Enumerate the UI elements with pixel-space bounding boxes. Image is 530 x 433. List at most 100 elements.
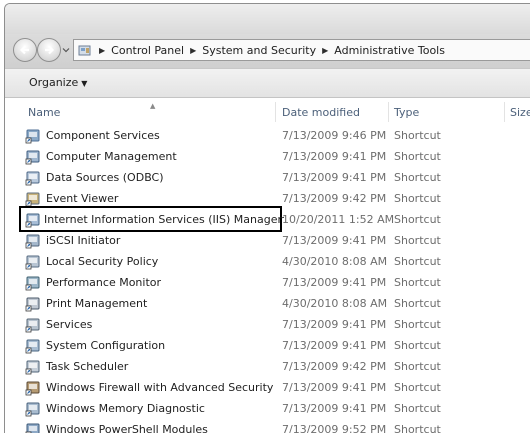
chevron-down-icon: ▼ [81,79,88,88]
sort-ascending-icon: ▲ [150,102,156,110]
file-list-item[interactable]: Windows Firewall with Advanced Security 7… [5,378,530,397]
file-list-item[interactable]: Data Sources (ODBC) 7/13/2009 9:41 PM Shor… [5,168,530,187]
item-type: Shortcut [394,171,441,184]
event-viewer-icon [25,191,41,207]
breadcrumb-administrative-tools[interactable]: Administrative Tools [331,44,448,57]
file-list-item[interactable]: Component Services 7/13/2009 9:46 PM Short… [5,126,530,145]
file-list-item[interactable]: Local Security Policy 4/30/2010 8:08 AM Sh… [5,252,530,271]
file-list-item[interactable]: Services 7/13/2009 9:41 PM Shortcut [5,315,530,334]
column-header-row: ▲ Name Date modified Type Size [5,102,530,122]
file-list-item[interactable]: Computer Management 7/13/2009 9:41 PM Shor… [5,147,530,166]
item-date-modified: 7/13/2009 9:41 PM [282,381,387,394]
item-date-modified: 4/30/2010 8:08 AM [282,255,388,268]
item-date-modified: 10/20/2011 1:52 AM [282,213,395,226]
item-name: iSCSI Initiator [46,234,121,247]
item-type: Shortcut [394,339,441,352]
recent-pages-dropdown-icon[interactable] [62,46,70,54]
organize-button[interactable]: Organize ▼ [29,76,87,89]
breadcrumb-separator-icon[interactable]: ▶ [96,46,108,55]
breadcrumb-system-and-security[interactable]: System and Security [199,44,319,57]
item-name: Local Security Policy [46,255,159,268]
breadcrumb-control-panel[interactable]: Control Panel [108,44,187,57]
item-type: Shortcut [394,423,441,433]
column-divider[interactable] [388,102,389,122]
item-type: Shortcut [394,381,441,394]
item-date-modified: 7/13/2009 9:41 PM [282,171,387,184]
item-type: Shortcut [394,276,441,289]
item-name: Computer Management [46,150,177,163]
highlighted-item-name: Internet Information Services (IIS) Mana… [44,213,282,226]
item-type: Shortcut [394,213,441,226]
item-type: Shortcut [394,192,441,205]
file-list-item[interactable]: Windows PowerShell Modules 7/13/2009 9:52… [5,420,530,433]
column-divider[interactable] [504,102,505,122]
item-type: Shortcut [394,150,441,163]
column-divider[interactable] [275,102,276,122]
forward-button[interactable] [37,38,61,62]
file-list-item[interactable]: System Configuration 7/13/2009 9:41 PM Sho… [5,336,530,355]
performance-monitor-icon [25,275,41,291]
title-bar[interactable] [5,4,530,34]
item-name: Print Management [46,297,148,310]
item-type: Shortcut [394,360,441,373]
forward-arrow-icon [45,45,55,55]
column-header-date-modified[interactable]: Date modified [282,106,360,119]
item-date-modified: 7/13/2009 9:41 PM [282,150,387,163]
back-button[interactable] [13,38,37,62]
item-type: Shortcut [394,234,441,247]
explorer-window: ▶ Control Panel ▶ System and Security ▶ … [4,3,530,433]
file-list-item[interactable]: Windows Memory Diagnostic 7/13/2009 9:41 … [5,399,530,418]
component-services-icon [25,128,41,144]
item-date-modified: 7/13/2009 9:41 PM [282,318,387,331]
local-security-policy-icon [25,254,41,270]
item-date-modified: 7/13/2009 9:46 PM [282,129,387,142]
item-type: Shortcut [394,129,441,142]
data-sources-icon [25,170,41,186]
breadcrumb-separator-icon[interactable]: ▶ [319,46,331,55]
item-date-modified: 7/13/2009 9:42 PM [282,192,387,205]
address-bar[interactable]: ▶ Control Panel ▶ System and Security ▶ … [73,39,530,61]
navigation-bar: ▶ Control Panel ▶ System and Security ▶ … [5,34,530,68]
task-scheduler-icon [25,359,41,375]
breadcrumb-separator-icon[interactable]: ▶ [187,46,199,55]
file-list-item[interactable]: Performance Monitor 7/13/2009 9:41 PM Shor… [5,273,530,292]
windows-firewall-icon [25,380,41,396]
iscsi-initiator-icon [25,233,41,249]
highlighted-item-iis-manager[interactable]: Internet Information Services (IIS) Mana… [19,206,282,232]
item-date-modified: 7/13/2009 9:41 PM [282,402,387,415]
item-date-modified: 7/13/2009 9:41 PM [282,276,387,289]
memory-diagnostic-icon [25,401,41,417]
column-header-size[interactable]: Size [510,106,530,119]
item-name: Task Scheduler [46,360,129,373]
item-type: Shortcut [394,402,441,415]
item-type: Shortcut [394,318,441,331]
back-arrow-icon [19,45,29,55]
item-date-modified: 7/13/2009 9:41 PM [282,234,387,247]
item-name: Windows PowerShell Modules [46,423,208,433]
computer-management-icon [25,149,41,165]
item-name: Performance Monitor [46,276,162,289]
powershell-modules-icon [25,422,41,433]
iis-manager-icon [25,212,41,228]
item-date-modified: 7/13/2009 9:42 PM [282,360,387,373]
item-name: Windows Memory Diagnostic [46,402,205,415]
item-name: System Configuration [46,339,166,352]
column-header-type[interactable]: Type [394,106,419,119]
organize-label: Organize [29,76,79,89]
item-name: Data Sources (ODBC) [46,171,164,184]
item-date-modified: 7/13/2009 9:52 PM [282,423,387,433]
file-list-item[interactable]: Task Scheduler 7/13/2009 9:42 PM Shortcut [5,357,530,376]
item-date-modified: 7/13/2009 9:41 PM [282,339,387,352]
file-list-item[interactable]: Print Management 4/30/2010 8:08 AM Shortcu… [5,294,530,313]
item-type: Shortcut [394,297,441,310]
item-date-modified: 4/30/2010 8:08 AM [282,297,388,310]
item-name: Services [46,318,93,331]
control-panel-icon [78,45,91,56]
item-name: Event Viewer [46,192,119,205]
column-header-name[interactable]: Name [28,106,60,119]
print-management-icon [25,296,41,312]
system-configuration-icon [25,338,41,354]
services-icon [25,317,41,333]
item-name: Windows Firewall with Advanced Security [46,381,274,394]
file-list-item[interactable]: iSCSI Initiator 7/13/2009 9:41 PM Shortcut [5,231,530,250]
